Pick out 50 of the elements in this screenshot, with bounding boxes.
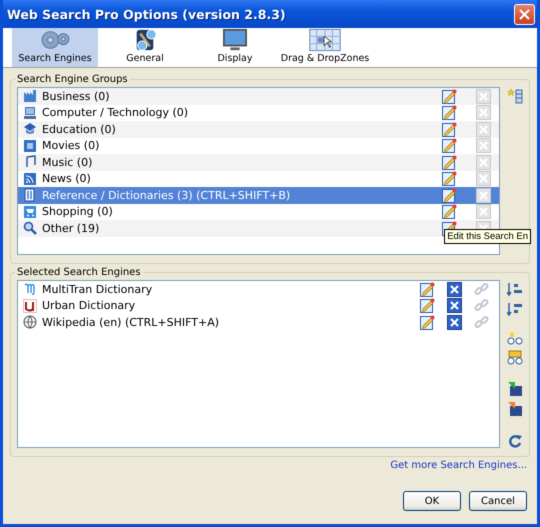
cancel-button[interactable]: Cancel <box>469 491 527 511</box>
globe-icon <box>23 315 37 330</box>
urban-favicon-icon <box>23 298 37 313</box>
add-engine-icon[interactable] <box>507 329 523 345</box>
more-engines-link[interactable]: Get more Search Engines... <box>390 460 527 471</box>
group-row[interactable]: Business (0) <box>18 88 499 104</box>
export-icon[interactable] <box>507 401 523 417</box>
import-icon[interactable] <box>507 381 523 397</box>
sort-descending-icon[interactable] <box>507 301 523 317</box>
edit-icon[interactable] <box>442 105 457 120</box>
edit-icon[interactable] <box>420 298 435 314</box>
edit-icon[interactable] <box>442 171 457 186</box>
swirl-icon <box>23 282 37 296</box>
close-icon <box>519 8 530 20</box>
factory-icon <box>23 89 37 104</box>
tab[interactable]: Search Engines <box>12 28 98 67</box>
add-group-icon[interactable] <box>507 88 523 104</box>
refresh-icon[interactable] <box>507 433 523 449</box>
edit-icon[interactable] <box>442 154 457 170</box>
edit-icon[interactable] <box>420 314 435 330</box>
engines-title: Selected Search Engines <box>16 267 142 278</box>
book-icon <box>23 188 37 202</box>
delete-icon[interactable] <box>447 314 462 330</box>
delete-icon[interactable] <box>447 298 462 314</box>
edit-icon[interactable] <box>442 88 457 104</box>
group-row[interactable]: News (0) <box>18 170 499 187</box>
search-icon <box>23 221 37 236</box>
edit-icon[interactable] <box>420 282 435 297</box>
edit-icon[interactable] <box>442 204 457 220</box>
tooltip: Edit this Search En <box>444 229 531 244</box>
film-icon <box>23 138 37 153</box>
ok-button[interactable]: OK <box>403 491 461 511</box>
group-title: Search Engine Groups <box>16 74 129 85</box>
edit-icon[interactable] <box>442 138 457 154</box>
group-row[interactable]: Computer / Technology (0) <box>18 104 499 121</box>
delete-icon[interactable] <box>447 282 462 297</box>
edit-engine-icon[interactable] <box>507 349 523 365</box>
edit-icon[interactable] <box>442 122 457 137</box>
group-row[interactable]: Movies (0) <box>18 138 499 154</box>
group-row[interactable]: Education (0) <box>18 121 499 138</box>
group-row[interactable]: Music (0) <box>18 154 499 170</box>
graduation-cap-icon <box>23 122 37 136</box>
grid-cursor-icon <box>308 28 342 52</box>
window-title: Web Search Pro Options (version 2.8.3) <box>7 6 286 22</box>
sort-ascending-icon[interactable] <box>507 281 523 297</box>
cart-icon <box>23 204 37 219</box>
group-row[interactable]: Shopping (0) <box>18 204 499 220</box>
feed-icon <box>23 172 37 186</box>
close-button[interactable] <box>514 4 535 24</box>
computer-icon <box>23 106 37 120</box>
